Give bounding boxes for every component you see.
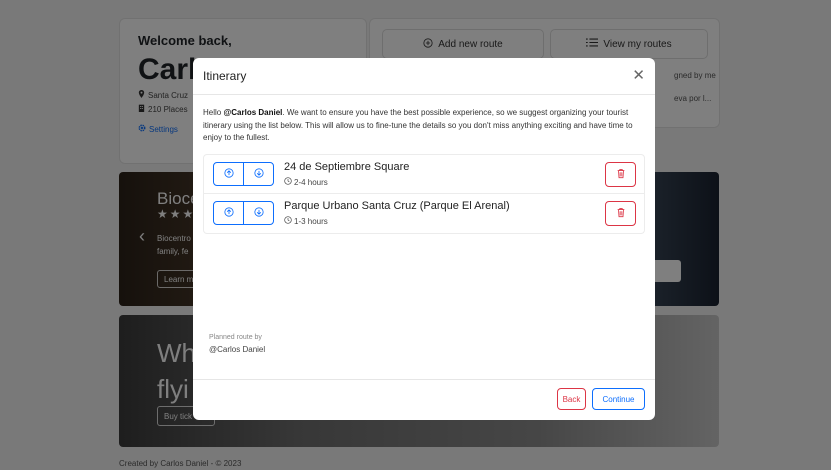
duration-text: 1-3 hours	[294, 216, 328, 226]
place-name: 24 de Septiembre Square	[284, 161, 410, 173]
arrow-up-circle-icon	[224, 165, 234, 183]
clock-icon	[284, 216, 292, 226]
delete-place-button[interactable]	[605, 162, 636, 187]
itinerary-list: 24 de Septiembre Square 2-4 hours Parque…	[203, 154, 645, 234]
place-name: Parque Urbano Santa Cruz (Parque El Aren…	[284, 200, 510, 212]
modal-footer: Back Continue	[193, 379, 655, 420]
back-button[interactable]: Back	[557, 388, 586, 410]
planned-route-label: Planned route by	[209, 334, 262, 341]
trash-icon	[616, 205, 626, 223]
list-item: Parque Urbano Santa Cruz (Parque El Aren…	[203, 194, 645, 234]
modal-header: Itinerary ✕	[193, 58, 655, 95]
close-icon[interactable]: ✕	[632, 68, 645, 84]
move-down-button[interactable]	[243, 202, 273, 224]
intro-paragraph: Hello @Carlos Daniel. We want to ensure …	[203, 107, 645, 145]
arrow-down-circle-icon	[254, 165, 264, 183]
duration-text: 2-4 hours	[294, 177, 328, 187]
intro-greeting: Hello	[203, 108, 224, 117]
list-item: 24 de Septiembre Square 2-4 hours	[203, 154, 645, 194]
intro-username: @Carlos Daniel	[223, 108, 283, 117]
place-duration: 1-3 hours	[284, 216, 328, 226]
delete-place-button[interactable]	[605, 201, 636, 226]
move-up-button[interactable]	[214, 163, 243, 185]
itinerary-modal: Itinerary ✕ Hello @Carlos Daniel. We wan…	[193, 58, 655, 420]
trash-icon	[616, 166, 626, 184]
reorder-button-group	[213, 201, 274, 225]
clock-icon	[284, 177, 292, 187]
reorder-button-group	[213, 162, 274, 186]
continue-button[interactable]: Continue	[592, 388, 645, 410]
planned-route-user: @Carlos Daniel	[209, 345, 266, 354]
move-down-button[interactable]	[243, 163, 273, 185]
place-duration: 2-4 hours	[284, 177, 328, 187]
arrow-down-circle-icon	[254, 204, 264, 222]
arrow-up-circle-icon	[224, 204, 234, 222]
move-up-button[interactable]	[214, 202, 243, 224]
modal-title: Itinerary	[203, 69, 247, 83]
